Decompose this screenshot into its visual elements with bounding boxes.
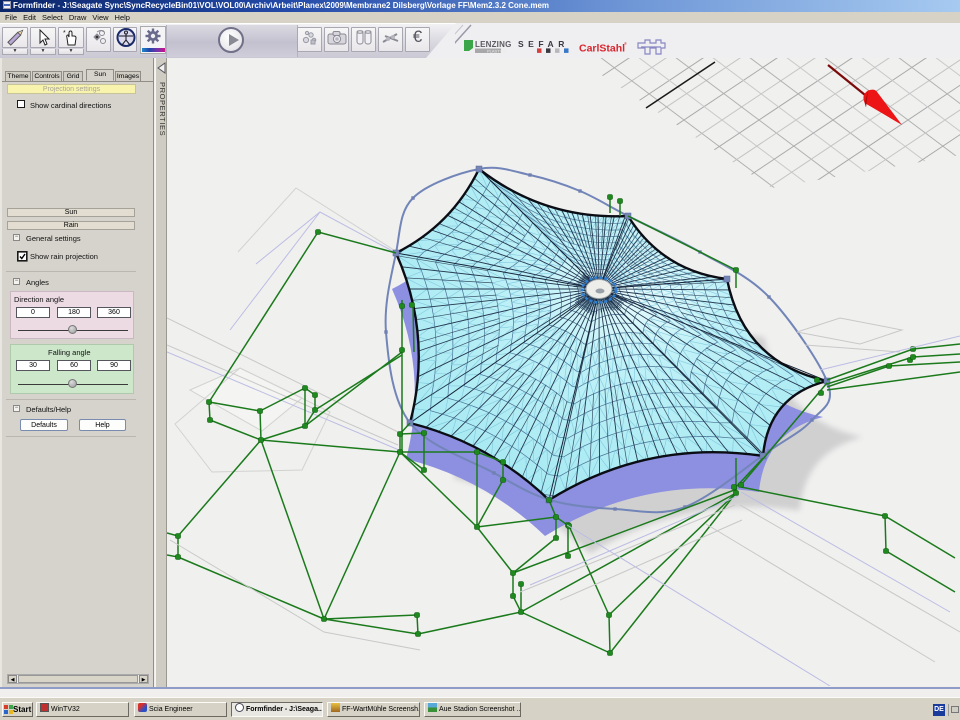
svg-text:PLASTICS: PLASTICS (487, 48, 507, 53)
svg-text:®: ® (624, 41, 627, 46)
svg-text:CarlStahl: CarlStahl (579, 43, 625, 55)
svg-text:*: * (63, 30, 66, 37)
svg-text:SEFAR: SEFAR (518, 39, 569, 49)
